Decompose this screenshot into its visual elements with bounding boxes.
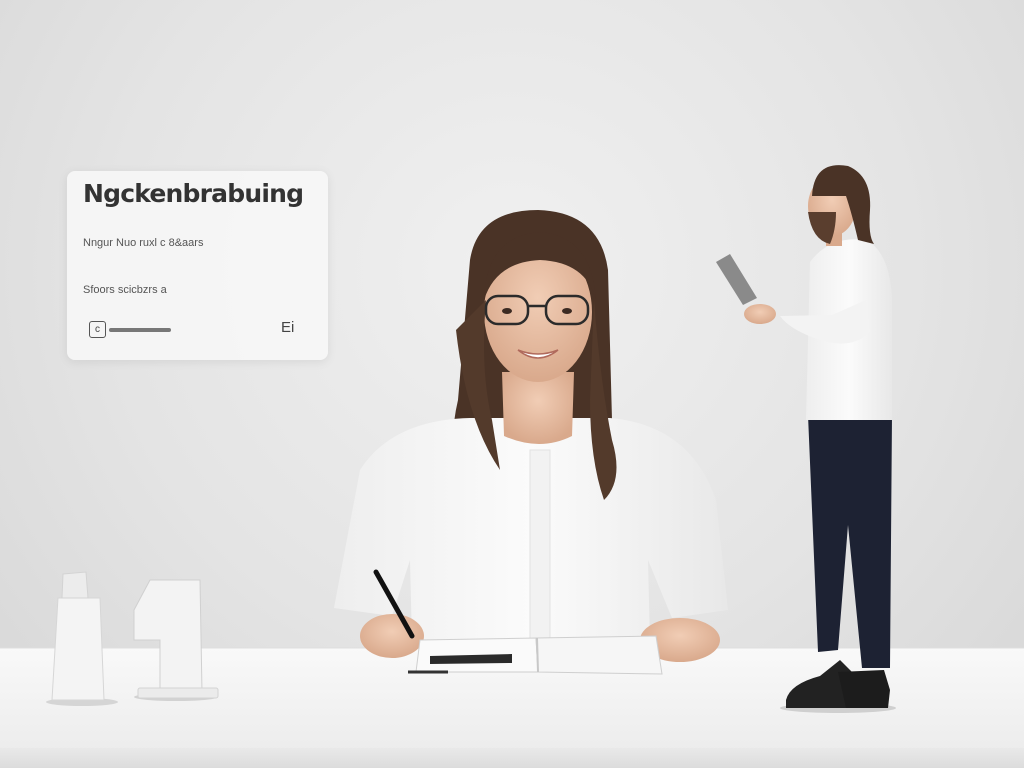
card-text-line: Nngur Nuo ruxl c 8&aars (83, 237, 204, 249)
info-card: Ngckenbrabuing Nngur Nuo ruxl c 8&aars S… (67, 171, 328, 360)
seated-woman (334, 210, 728, 662)
card-text-line: Sfoors scicbzrs a (83, 284, 167, 296)
card-title: Ngckenbrabuing (83, 179, 304, 208)
standing-man (716, 165, 896, 713)
document-icon: Ei (281, 319, 295, 336)
card-footer: c Ei (89, 319, 309, 339)
open-notebook (408, 635, 663, 675)
pen-icon (109, 328, 171, 332)
copyright-icon: c (89, 321, 106, 338)
photo-scene (0, 165, 1024, 768)
